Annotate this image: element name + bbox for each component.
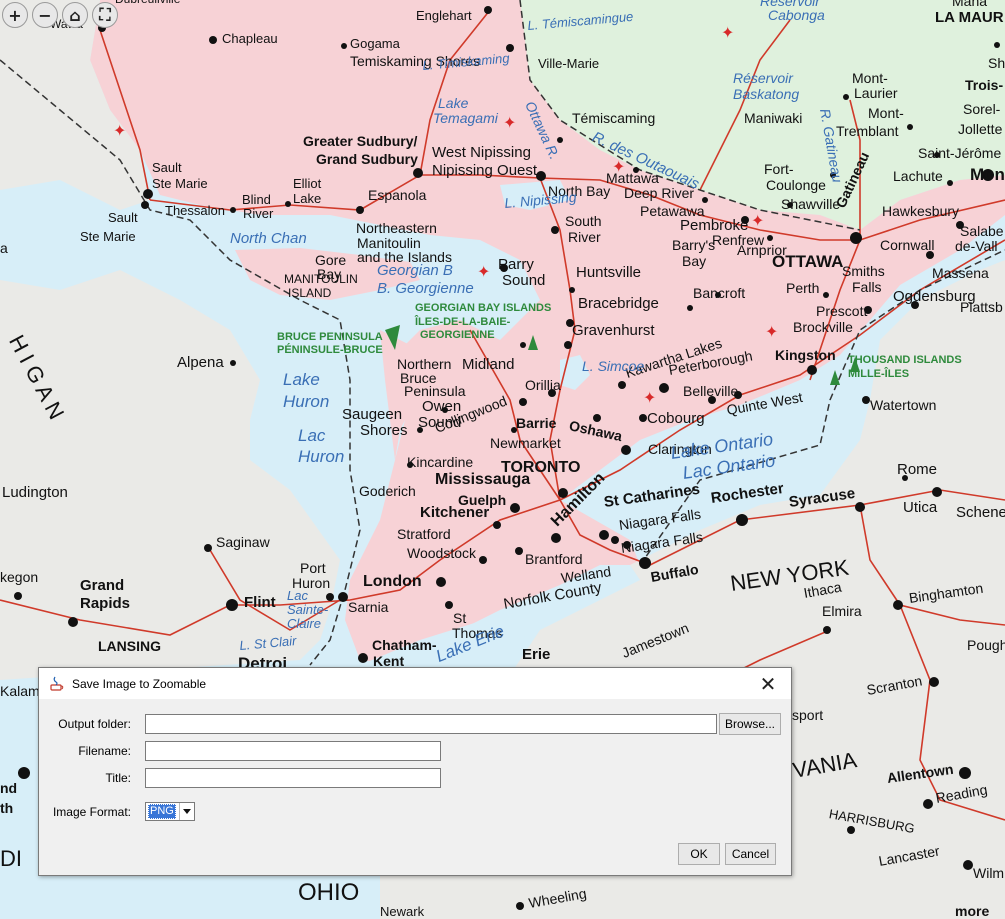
chevron-down-icon[interactable] [179, 803, 194, 820]
svg-text:✦: ✦ [612, 157, 625, 176]
svg-text:✦: ✦ [503, 113, 516, 132]
image-format-select[interactable]: PNG [145, 802, 195, 821]
output-folder-input[interactable] [145, 714, 717, 734]
svg-text:✦: ✦ [113, 121, 126, 140]
ok-button[interactable]: OK [678, 843, 720, 865]
browse-button[interactable]: Browse... [719, 713, 781, 735]
dialog-titlebar[interactable]: Save Image to Zoomable ✕ [39, 668, 791, 699]
filename-label: Filename: [78, 744, 131, 758]
svg-text:✦: ✦ [643, 388, 656, 407]
home-button[interactable]: ⌂ [62, 2, 88, 28]
zoom-controls: + − ⌂ ⛶ [2, 2, 118, 28]
image-format-row: Image Format: PNG [39, 802, 195, 821]
zoom-in-button[interactable]: + [2, 2, 28, 28]
zoom-out-button[interactable]: − [32, 2, 58, 28]
cancel-button[interactable]: Cancel [725, 843, 776, 865]
filename-row: Filename: [39, 741, 441, 761]
close-icon[interactable]: ✕ [745, 668, 791, 699]
save-image-dialog: Save Image to Zoomable ✕ Output folder: … [38, 667, 792, 876]
output-folder-label: Output folder: [58, 717, 131, 731]
java-app-icon [49, 676, 65, 692]
image-format-label: Image Format: [52, 804, 131, 819]
image-format-value: PNG [148, 804, 176, 819]
svg-text:✦: ✦ [751, 211, 764, 230]
output-folder-row: Output folder: Browse... [39, 713, 781, 735]
dialog-title: Save Image to Zoomable [72, 676, 207, 691]
title-label: Title: [105, 771, 131, 785]
title-input[interactable] [145, 768, 441, 788]
title-row: Title: [39, 768, 441, 788]
svg-text:✦: ✦ [477, 262, 490, 281]
svg-text:✦: ✦ [765, 322, 778, 341]
filename-input[interactable] [145, 741, 441, 761]
svg-text:✦: ✦ [721, 23, 734, 42]
fullscreen-button[interactable]: ⛶ [92, 2, 118, 28]
